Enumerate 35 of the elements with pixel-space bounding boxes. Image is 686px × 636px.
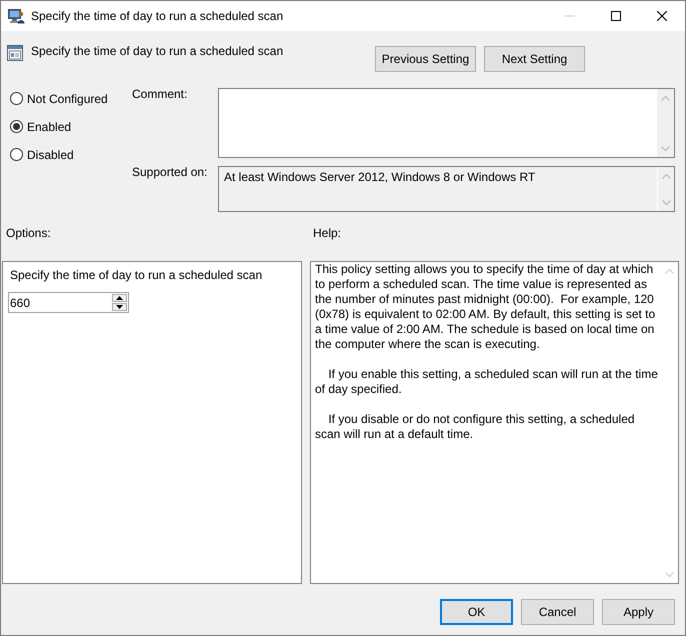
window-icon [7,45,23,61]
chevron-down-icon[interactable] [661,146,670,151]
spin-up-button[interactable] [112,294,127,302]
scrollbar-track[interactable] [657,167,674,211]
triangle-up-icon [116,296,123,300]
radio-option[interactable]: Disabled [10,148,74,161]
chevron-down-icon[interactable] [665,572,674,577]
number-spin-field[interactable]: 660 [8,292,129,313]
chevron-down-icon[interactable] [662,200,670,205]
next-setting-button[interactable]: Next Setting [484,46,585,72]
cancel-button[interactable]: Cancel [521,599,594,625]
apply-button[interactable]: Apply [602,599,675,625]
supported-on-text: At least Windows Server 2012, Windows 8 or Windows RT [224,170,536,184]
radio-option[interactable]: Not Configured [10,92,108,105]
comment-field[interactable] [218,88,675,158]
supported-on-label: Supported on: [132,165,208,179]
chevron-up-icon[interactable] [662,174,670,179]
previous-setting-button[interactable]: Previous Setting [375,46,476,72]
options-label: Options: [5,226,51,240]
comment-label: Comment: [132,87,188,101]
monitor-person-icon [8,8,25,24]
chevron-up-icon[interactable] [665,269,674,274]
setting-title: Specify the time of day to run a scheduled scan [31,44,284,58]
spin-down-button[interactable] [112,303,127,311]
help-paragraph: If you enable this setting, a scheduled scan will run at the time of day specified. [315,367,659,397]
chevron-up-icon[interactable] [661,96,670,101]
window-title: Specify the time of day to run a scheduled scan [31,9,284,23]
help-paragraph: If you disable or do not configure this setting, a scheduled scan will run at a default time. [315,412,636,442]
help-label: Help: [312,226,342,240]
help-paragraph: This policy setting allows you to specify the time of day at which to perform a scheduled scan. The time value is represented as the number of minutes past midnight (00:00). For example, 120 (0x78) is equivalent to 02:00 AM. By default, this setting is set to a time value of 2:00 AM. The schedule is based on local time on the computer where the scan is executing. [315,262,656,352]
ok-button[interactable]: OK [440,599,513,625]
radio-option[interactable]: Enabled [10,120,72,133]
setting-label: Specify the time of day to run a scheduled scan [10,268,262,282]
scrollbar-track[interactable] [657,89,674,157]
triangle-down-icon [116,305,123,309]
